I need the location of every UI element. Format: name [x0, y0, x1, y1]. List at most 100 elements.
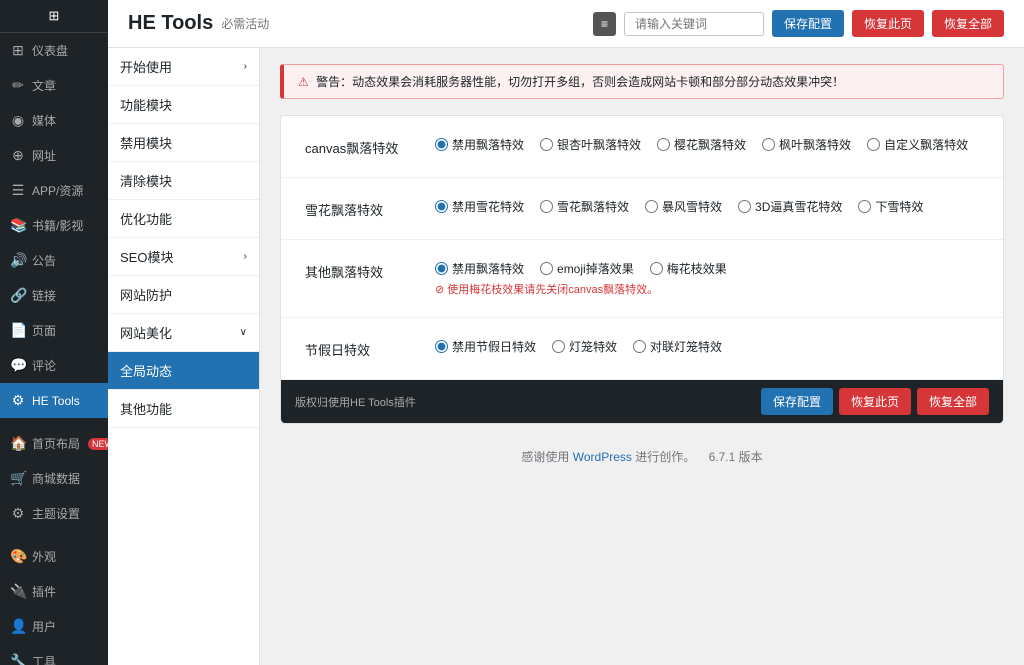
dashboard-icon: ⊞ [10, 42, 26, 59]
wordpress-link[interactable]: WordPress [573, 450, 632, 464]
other-opt-0[interactable]: 禁用飘落特效 [435, 260, 524, 277]
canvas-opt-2[interactable]: 樱花飘落特效 [657, 136, 746, 153]
snow-opt-1[interactable]: 雪花飘落特效 [540, 198, 629, 215]
theme-icon: ⚙ [10, 505, 26, 522]
holiday-opt-0[interactable]: 禁用节假日特效 [435, 338, 536, 355]
plugin-nav-global-anim[interactable]: 全局动态 [108, 352, 259, 390]
card-footer-credit: 版权归使用HE Tools插件 [295, 394, 416, 410]
snow-radio-group: 禁用雪花特效 雪花飘落特效 暴风雪特效 [435, 198, 979, 215]
sidebar-label-hetools: HE Tools [32, 394, 80, 408]
plugin-nav-banned[interactable]: 禁用模块 [108, 124, 259, 162]
snow-opt-4[interactable]: 下雪特效 [858, 198, 923, 215]
sidebar-item-network[interactable]: ⊕ 网址 [0, 138, 108, 173]
links-icon: 🔗 [10, 287, 26, 304]
footer-restore-page-button[interactable]: 恢复此页 [839, 388, 911, 415]
plugins-icon: 🔌 [10, 583, 26, 600]
restore-all-button[interactable]: 恢复全部 [932, 10, 1004, 37]
new-badge: NEW [88, 438, 108, 450]
version-text: 6.7.1 版本 [709, 450, 763, 464]
sidebar-item-books[interactable]: 📚 书籍/影视 [0, 208, 108, 243]
sidebar-item-appearance[interactable]: 🎨 外观 [0, 539, 108, 574]
sidebar-label-app: APP/资源 [32, 182, 83, 199]
canvas-opt-4[interactable]: 自定义飘落特效 [867, 136, 968, 153]
sidebar-item-plugins[interactable]: 🔌 插件 [0, 574, 108, 609]
plugin-nav-other-func[interactable]: 其他功能 [108, 390, 259, 428]
error-icon: ⊘ [435, 283, 444, 296]
tools-icon: 🔧 [10, 653, 26, 665]
plugin-nav-beauty[interactable]: 网站美化 ∨ [108, 314, 259, 352]
hetools-icon: ⚙ [10, 392, 26, 409]
plugin-nav-func[interactable]: 功能模块 [108, 86, 259, 124]
snow-opt-3[interactable]: 3D逼真雪花特效 [738, 198, 842, 215]
sidebar-item-pages[interactable]: 📄 页面 [0, 313, 108, 348]
other-label: 其他飘落特效 [305, 260, 415, 281]
footer-save-button[interactable]: 保存配置 [761, 388, 833, 415]
sidebar-label-dashboard: 仪表盘 [32, 42, 68, 59]
sidebar-label-comments: 评论 [32, 357, 56, 374]
sidebar-item-comments[interactable]: 💬 评论 [0, 348, 108, 383]
content-panel: ⚠ 警告：动态效果会消耗服务器性能，切勿打开多组，否则会造成网站卡顿和部分部分动… [260, 48, 1024, 665]
ads-icon: 🔊 [10, 252, 26, 269]
sidebar-label-books: 书籍/影视 [32, 217, 83, 234]
search-input[interactable] [624, 12, 764, 36]
sidebar-item-article[interactable]: ✏ 文章 [0, 68, 108, 103]
sidebar-item-app[interactable]: ☰ APP/资源 [0, 173, 108, 208]
sidebar-label-article: 文章 [32, 77, 56, 94]
holiday-radio-group: 禁用节假日特效 灯笼特效 对联灯笼特效 [435, 338, 979, 355]
sidebar-label-plugins: 插件 [32, 583, 56, 600]
arrow-icon: › [244, 61, 247, 72]
page-header: HE Tools 必需活动 ≡ 保存配置 恢复此页 恢复全部 [108, 0, 1024, 48]
sidebar-item-ads[interactable]: 🔊 公告 [0, 243, 108, 278]
sidebar-label-media: 媒体 [32, 112, 56, 129]
other-error-hint: ⊘ 使用梅花枝效果请先关闭canvas飘落特效。 [435, 281, 979, 297]
sidebar-item-shopdata[interactable]: 🛒 商城数据 [0, 461, 108, 496]
save-config-button[interactable]: 保存配置 [772, 10, 844, 37]
snow-opt-0[interactable]: 禁用雪花特效 [435, 198, 524, 215]
other-opt-2[interactable]: 梅花枝效果 [650, 260, 727, 277]
sidebar-item-hetools[interactable]: ⚙ HE Tools [0, 383, 108, 418]
sidebar-item-theme[interactable]: ⚙ 主题设置 [0, 496, 108, 531]
sidebar-item-users[interactable]: 👤 用户 [0, 609, 108, 644]
appearance-icon: 🎨 [10, 548, 26, 565]
restore-page-button[interactable]: 恢复此页 [852, 10, 924, 37]
books-icon: 📚 [10, 217, 26, 234]
canvas-opt-3[interactable]: 枫叶飘落特效 [762, 136, 851, 153]
warning-box: ⚠ 警告：动态效果会消耗服务器性能，切勿打开多组，否则会造成网站卡顿和部分部分动… [280, 64, 1004, 99]
logo-text: ⊞ [49, 8, 60, 23]
holiday-label: 节假日特效 [305, 338, 415, 359]
canvas-opt-1[interactable]: 银杏叶飘落特效 [540, 136, 641, 153]
sidebar-label-theme: 主题设置 [32, 505, 80, 522]
sidebar-label-pages: 页面 [32, 322, 56, 339]
plugin-nav-start[interactable]: 开始使用 › [108, 48, 259, 86]
sidebar-item-media[interactable]: ◉ 媒体 [0, 103, 108, 138]
plugin-nav-clear[interactable]: 清除模块 [108, 162, 259, 200]
plugin-nav-firewall[interactable]: 网站防护 [108, 276, 259, 314]
sidebar-label-tools: 工具 [32, 653, 56, 665]
snow-section: 雪花飘落特效 禁用雪花特效 雪花飘落特效 [281, 178, 1003, 240]
sidebar-item-homepage[interactable]: 🏠 首页布局 NEW [0, 426, 108, 461]
grid-button[interactable]: ≡ [593, 12, 616, 36]
main-area: HE Tools 必需活动 ≡ 保存配置 恢复此页 恢复全部 开始使用 › 功能… [108, 0, 1024, 665]
footer-actions: 保存配置 恢复此页 恢复全部 [761, 388, 989, 415]
article-icon: ✏ [10, 77, 26, 94]
snow-opt-2[interactable]: 暴风雪特效 [645, 198, 722, 215]
plugin-nav-seo[interactable]: SEO模块 › [108, 238, 259, 276]
other-opt-1[interactable]: emoji掉落效果 [540, 260, 634, 277]
canvas-opt-0[interactable]: 禁用飘落特效 [435, 136, 524, 153]
pages-icon: 📄 [10, 322, 26, 339]
sidebar-item-dashboard[interactable]: ⊞ 仪表盘 [0, 33, 108, 68]
sidebar-label-network: 网址 [32, 147, 56, 164]
holiday-opt-2[interactable]: 对联灯笼特效 [633, 338, 722, 355]
sidebar-label-shopdata: 商城数据 [32, 470, 80, 487]
sidebar-item-tools[interactable]: 🔧 工具 [0, 644, 108, 665]
footer-restore-all-button[interactable]: 恢复全部 [917, 388, 989, 415]
plugin-nav-optimize[interactable]: 优化功能 [108, 200, 259, 238]
warning-icon: ⚠ [298, 75, 309, 89]
canvas-radio-group: 禁用飘落特效 银杏叶飘落特效 樱花飘落特效 [435, 136, 979, 153]
sidebar-item-links[interactable]: 🔗 链接 [0, 278, 108, 313]
holiday-opt-1[interactable]: 灯笼特效 [552, 338, 617, 355]
canvas-section: canvas飘落特效 禁用飘落特效 银杏叶飘落特效 [281, 116, 1003, 178]
wp-footer: 感谢使用 WordPress 进行创作。 6.7.1 版本 [260, 440, 1024, 473]
canvas-label: canvas飘落特效 [305, 136, 415, 157]
comments-icon: 💬 [10, 357, 26, 374]
